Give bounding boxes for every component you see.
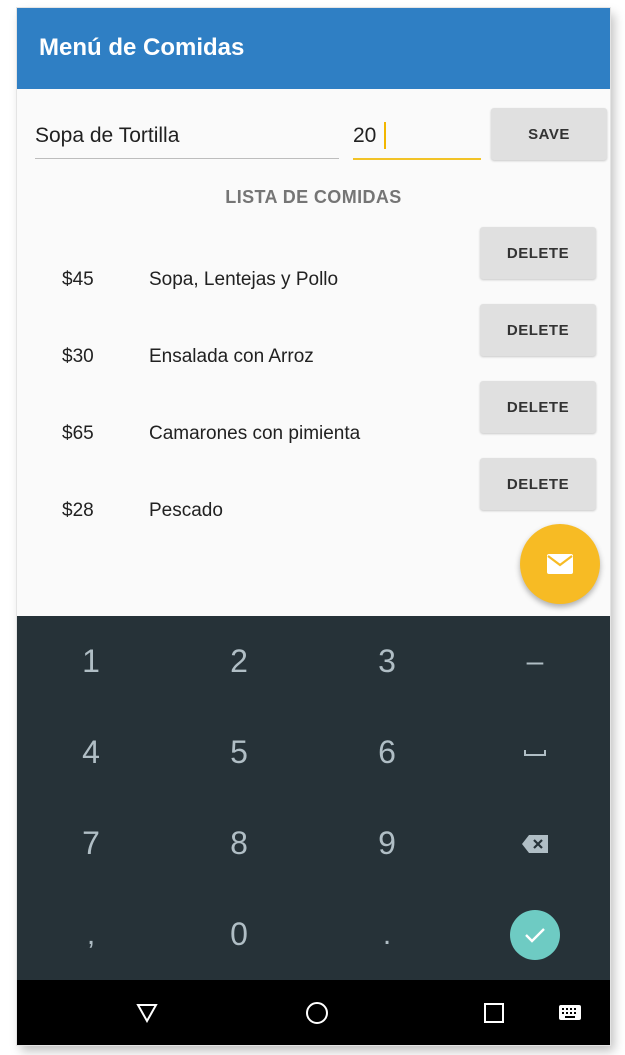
numeric-keyboard: 1 2 3 – 4 5 6 7 8 9 , 0 . <box>17 616 610 980</box>
space-icon <box>524 749 546 756</box>
item-name: Camarones con pimienta <box>149 423 361 444</box>
home-icon <box>306 1001 328 1024</box>
key-4[interactable]: 4 <box>17 707 165 798</box>
navigation-bar <box>17 980 610 1045</box>
phone-screen: Menú de Comidas SAVE LISTA DE COMIDAS $4… <box>17 8 610 1045</box>
key-7[interactable]: 7 <box>17 798 165 889</box>
key-9[interactable]: 9 <box>313 798 461 889</box>
item-name: Ensalada con Arroz <box>149 346 314 367</box>
mail-icon <box>547 554 573 574</box>
backspace-icon <box>522 834 548 853</box>
item-price: $65 <box>62 423 94 444</box>
app-bar: Menú de Comidas <box>17 8 610 89</box>
key-3[interactable]: 3 <box>313 616 461 707</box>
list-item: $65 Camarones con pimienta DELETE <box>17 381 610 458</box>
item-price: $45 <box>62 269 94 290</box>
key-8[interactable]: 8 <box>165 798 313 889</box>
key-backspace[interactable] <box>461 798 609 889</box>
text-cursor <box>384 122 386 149</box>
done-button <box>510 909 560 960</box>
key-space[interactable] <box>461 707 609 798</box>
key-2[interactable]: 2 <box>165 616 313 707</box>
price-input[interactable] <box>353 114 481 160</box>
key-comma[interactable]: , <box>17 889 165 980</box>
nav-keyboard-button[interactable] <box>530 980 610 1045</box>
list-heading: LISTA DE COMIDAS <box>225 187 402 207</box>
check-icon <box>525 927 545 943</box>
nav-recents-button[interactable] <box>454 980 534 1045</box>
app-title: Menú de Comidas <box>39 34 245 61</box>
item-name: Sopa, Lentejas y Pollo <box>149 269 339 290</box>
delete-button[interactable]: DELETE <box>480 381 596 433</box>
key-5[interactable]: 5 <box>165 707 313 798</box>
food-name-input[interactable] <box>35 114 339 159</box>
key-1[interactable]: 1 <box>17 616 165 707</box>
item-name: Pescado <box>149 500 223 521</box>
item-price: $28 <box>62 500 94 521</box>
keyboard-icon <box>559 1005 581 1020</box>
send-mail-fab[interactable] <box>520 524 600 604</box>
nav-home-button[interactable] <box>277 980 357 1045</box>
key-6[interactable]: 6 <box>313 707 461 798</box>
key-period[interactable]: . <box>313 889 461 980</box>
key-dash[interactable]: – <box>461 616 609 707</box>
key-done[interactable] <box>461 889 609 980</box>
recents-icon <box>484 1002 504 1023</box>
nav-back-button[interactable] <box>107 980 187 1045</box>
save-button[interactable]: SAVE <box>491 108 607 160</box>
list-item: $45 Sopa, Lentejas y Pollo DELETE <box>17 227 610 304</box>
list-item: $30 Ensalada con Arroz DELETE <box>17 304 610 381</box>
item-price: $30 <box>62 346 94 367</box>
delete-button[interactable]: DELETE <box>480 458 596 510</box>
back-icon <box>136 1003 158 1023</box>
delete-button[interactable]: DELETE <box>480 227 596 279</box>
delete-button[interactable]: DELETE <box>480 304 596 356</box>
key-0[interactable]: 0 <box>165 889 313 980</box>
list-item: $28 Pescado DELETE <box>17 458 610 535</box>
